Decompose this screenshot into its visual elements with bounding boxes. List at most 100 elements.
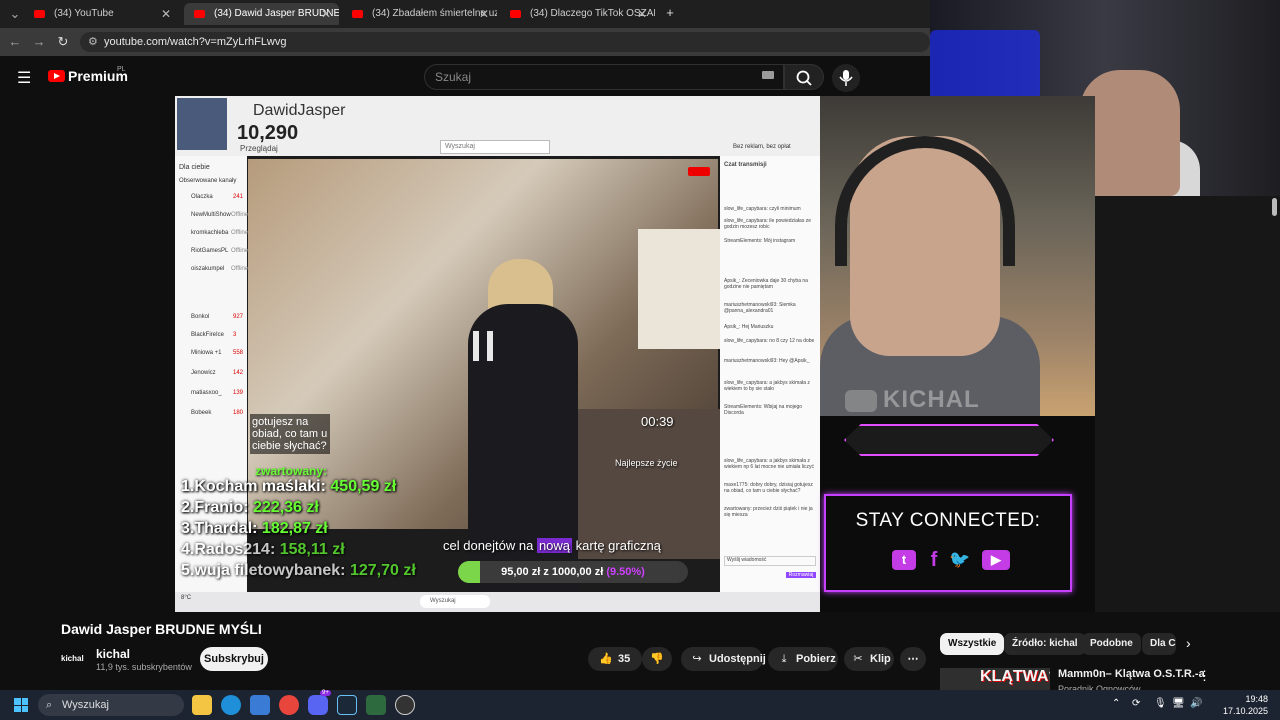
pause-icon[interactable]	[473, 331, 493, 361]
windows-taskbar: ⌕ Wyszukaj 9+ ⌃ ⟳ 🎙 🖥 🔊 19:48 17.10.2025	[0, 690, 1280, 720]
share-button[interactable]: ↪ Udostępnij	[681, 647, 766, 671]
discord-icon[interactable]: 9+	[308, 690, 331, 715]
search-input[interactable]: Szukaj	[424, 64, 784, 90]
chip-for-you[interactable]: Dla C	[1142, 633, 1176, 655]
chip-all[interactable]: Wszystkie	[940, 633, 1005, 655]
youtube-icon: ▶	[982, 550, 1010, 570]
inner-taskbar: 8°C Wyszukaj	[175, 592, 820, 612]
obs-icon[interactable]	[395, 695, 415, 715]
dislike-button[interactable]: 👎	[642, 647, 672, 671]
search-icon	[796, 70, 812, 86]
inner-taskbar-search: Wyszukaj	[420, 595, 490, 608]
top-donor-row: 5.wuja filetowybanek: 127,70 zł	[181, 562, 416, 579]
inner-search-field: Wyszukaj	[440, 140, 550, 154]
keyboard-icon[interactable]	[762, 71, 774, 79]
related-video-thumbnail[interactable]: KLĄTWA?	[940, 668, 1050, 692]
inner-weather: 8°C	[181, 595, 192, 601]
related-video-title[interactable]: Mamm0n– Klątwa O.S.T.R.-a	[1058, 668, 1205, 680]
timer: 00:39	[641, 414, 674, 429]
close-tab-icon[interactable]: ✕	[321, 3, 331, 25]
top-donor-row: 1.Kocham maślaki: 450,59 zł	[181, 478, 397, 495]
menu-hamburger-icon[interactable]: ☰	[17, 68, 31, 88]
more-actions-button[interactable]: ⋯	[900, 647, 926, 671]
channel-status: Offline	[231, 230, 249, 236]
tray-mic-icon[interactable]: 🎙	[1154, 698, 1167, 709]
voice-search-button[interactable]	[832, 64, 860, 92]
chevron-right-icon[interactable]: ›	[1186, 635, 1191, 651]
chrome-icon[interactable]	[279, 695, 299, 715]
channel-item: matiasxoo_	[191, 390, 222, 396]
stay-connected-panel: STAY CONNECTED: t f 🐦 ▶	[820, 416, 1095, 612]
tray-update-icon[interactable]: ⟳	[1132, 698, 1140, 709]
address-bar[interactable]: ⚙ youtube.com/watch?v=mZyLrhFLwvg	[80, 32, 930, 52]
clock-date: 17.10.2025	[1222, 706, 1268, 716]
chip-related[interactable]: Podobne	[1082, 633, 1141, 655]
tab-search-icon[interactable]: ⌄	[6, 5, 24, 23]
chat-message: slow_life_capybara: no 8 czy 12 na dobe	[724, 338, 815, 344]
thumbs-up-icon: 👍	[599, 653, 613, 665]
chip-from-channel[interactable]: Źródło: kichal	[1004, 633, 1086, 655]
streamer-webcam: KICHAL	[820, 96, 1095, 416]
channel-status: 927	[233, 314, 244, 320]
aquarium-light	[930, 30, 1040, 100]
youtube-logo-icon[interactable]	[48, 70, 65, 82]
tray-chevron-icon[interactable]: ⌃	[1112, 698, 1120, 709]
channel-avatar[interactable]: kichal	[61, 647, 87, 671]
subscribe-button[interactable]: Subskrybuj	[200, 647, 268, 671]
channel-item: kromkachleba	[191, 230, 229, 236]
windows-start-icon[interactable]	[14, 698, 28, 712]
channel-status: 142	[233, 370, 244, 376]
thumbs-down-icon: 👎	[650, 653, 664, 665]
donation-goal-text: 95,00 zł z 1000,00 zł (9.50%)	[501, 566, 645, 578]
youtube-favicon-icon	[510, 10, 521, 18]
channel-item: NewMultiShow	[191, 212, 231, 218]
close-tab-icon[interactable]: ✕	[479, 3, 489, 25]
reactor-figure	[1080, 70, 1180, 196]
tab-video-2[interactable]: (34) Zbadałem śmiertelne uzal ✕	[342, 3, 497, 25]
clip-button[interactable]: ✂ Klip	[844, 647, 894, 671]
live-badge	[688, 167, 710, 176]
tab-youtube-home[interactable]: (34) YouTube ✕	[24, 3, 179, 25]
channel-status: 180	[233, 410, 244, 416]
tray-volume-icon[interactable]: 🔊	[1190, 698, 1202, 709]
related-more-icon[interactable]: ⋮	[1198, 668, 1211, 684]
twitter-icon: 🐦	[949, 550, 971, 569]
inner-adfree-label: Bez reklam, bez opłat	[733, 144, 791, 150]
steam-icon[interactable]	[337, 695, 357, 715]
tab-video-3[interactable]: (34) Dlaczego TikTok OSZALAŁ ✕	[500, 3, 655, 25]
tray-network-icon[interactable]: 🖥	[1172, 698, 1185, 709]
download-button[interactable]: ⤓ Pobierz	[768, 647, 838, 671]
taskbar-search[interactable]: ⌕ Wyszukaj	[38, 694, 184, 716]
close-tab-icon[interactable]: ✕	[637, 3, 647, 25]
inner-viewer-count: 10,290	[237, 122, 299, 144]
like-button[interactable]: 👍 35	[588, 647, 642, 671]
channel-status: 3	[233, 332, 237, 338]
video-player[interactable]: DawidJasper 10,290 Przeglądaj Wyszukaj B…	[175, 96, 820, 612]
file-explorer-icon[interactable]	[192, 695, 212, 715]
inner-chat-panel: Czat transmisji slow_life_capybara: czyl…	[720, 156, 820, 612]
edge-icon[interactable]	[221, 695, 241, 715]
page-side-area	[1095, 196, 1280, 612]
chat-message: StreamElements: Wbijaj na mojego Discord…	[724, 404, 803, 416]
channel-name[interactable]: kichal	[96, 647, 130, 661]
site-info-icon[interactable]: ⚙	[88, 32, 98, 52]
inner-channel-name: DawidJasper	[253, 102, 346, 119]
back-arrow-icon[interactable]: ←	[6, 33, 24, 51]
youtube-favicon-icon	[34, 10, 45, 18]
page-scrollbar[interactable]	[1272, 198, 1277, 216]
chat-message: slow_life_capybara: a jakbys skimała z w…	[724, 380, 810, 392]
overlay-question: gotujesz na obiad, co tam u ciebie słych…	[250, 414, 330, 454]
reload-icon[interactable]: ↻	[54, 33, 72, 51]
search-button[interactable]	[784, 64, 824, 90]
excel-icon[interactable]	[366, 695, 386, 715]
subscriber-count: 11,9 tys. subskrybentów	[96, 662, 192, 672]
close-tab-icon[interactable]: ✕	[161, 3, 171, 25]
tab-current-video[interactable]: (34) Dawid Jasper BRUDNE ✕	[184, 3, 339, 25]
forward-arrow-icon[interactable]: →	[30, 33, 48, 51]
taskbar-clock[interactable]: 19:48 17.10.2025	[1208, 693, 1268, 717]
kichal-watermark: KICHAL	[845, 386, 980, 414]
store-icon[interactable]	[250, 695, 270, 715]
download-icon: ⤓	[781, 653, 787, 665]
new-tab-button[interactable]: +	[661, 4, 679, 22]
chat-message: mariuszhetmanowski93: Siemka @panna_alex…	[724, 302, 796, 314]
